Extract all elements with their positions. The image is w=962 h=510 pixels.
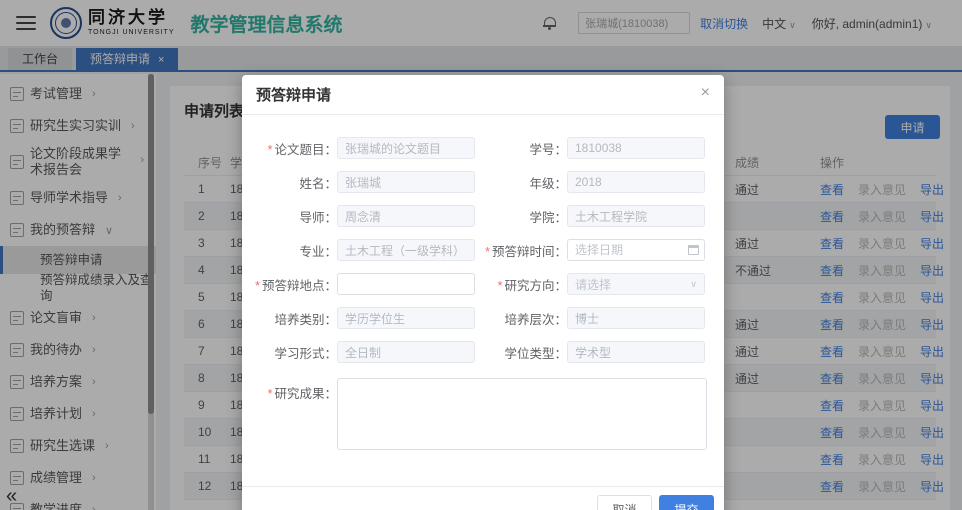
- field-label: 学习形式：: [242, 343, 337, 362]
- research-direction-select[interactable]: 请选择 ∨: [567, 273, 705, 295]
- modal-header: 预答辩申请 ×: [242, 75, 724, 115]
- select-placeholder: 请选择: [575, 276, 611, 293]
- grade-field: [567, 171, 705, 193]
- field-label: 年级：: [475, 173, 567, 192]
- required-asterisk: *: [485, 245, 490, 259]
- page: 同济大学 TONGJI UNIVERSITY 教学管理信息系统 取消切换 中文∨…: [0, 0, 962, 510]
- field-label: *预答辩地点：: [242, 275, 337, 294]
- modal-footer: 取消 提交: [242, 486, 724, 510]
- predefense-application-modal: 预答辩申请 × *论文题目：学号：姓名：年级：导师：学院：专业：*预答辩时间：*…: [242, 75, 724, 510]
- field-label: 学号：: [475, 139, 567, 158]
- major-field: [337, 239, 475, 261]
- modal-form: *论文题目： 学号： 姓名： 年级： 导师： 学院： 专业： *预答辩时间： *预答辩地点： *研…: [242, 115, 724, 451]
- submit-button[interactable]: 提交: [659, 495, 714, 510]
- student-name-field: [337, 171, 475, 193]
- training-level-field: [567, 307, 705, 329]
- field-label: *研究方向：: [475, 275, 567, 294]
- training-category-field: [337, 307, 475, 329]
- college-field: [567, 205, 705, 227]
- field-label: 姓名：: [242, 173, 337, 192]
- study-form-field: [337, 341, 475, 363]
- field-label: *研究成果：: [242, 383, 337, 402]
- supervisor-field: [337, 205, 475, 227]
- field-label: 培养层次：: [475, 309, 567, 328]
- degree-type-field: [567, 341, 705, 363]
- cancel-button[interactable]: 取消: [597, 495, 652, 510]
- modal-title: 预答辩申请: [256, 84, 331, 105]
- predefense-time-field[interactable]: [567, 239, 705, 261]
- field-label: 学院：: [475, 207, 567, 226]
- required-asterisk: *: [268, 387, 273, 401]
- required-asterisk: *: [498, 279, 503, 293]
- predefense-place-field[interactable]: [337, 273, 475, 295]
- chevron-down-icon: ∨: [690, 279, 697, 290]
- field-label: 导师：: [242, 207, 337, 226]
- student-id-field: [567, 137, 705, 159]
- required-asterisk: *: [268, 143, 273, 157]
- thesis-title-field: [337, 137, 475, 159]
- field-label: 学位类型：: [475, 343, 567, 362]
- required-asterisk: *: [255, 279, 260, 293]
- field-label: *论文题目：: [242, 139, 337, 158]
- close-icon[interactable]: ×: [701, 85, 710, 101]
- field-label: *预答辩时间：: [475, 241, 567, 260]
- research-results-textarea[interactable]: [337, 378, 707, 450]
- field-label: 专业：: [242, 241, 337, 260]
- field-label: 培养类别：: [242, 309, 337, 328]
